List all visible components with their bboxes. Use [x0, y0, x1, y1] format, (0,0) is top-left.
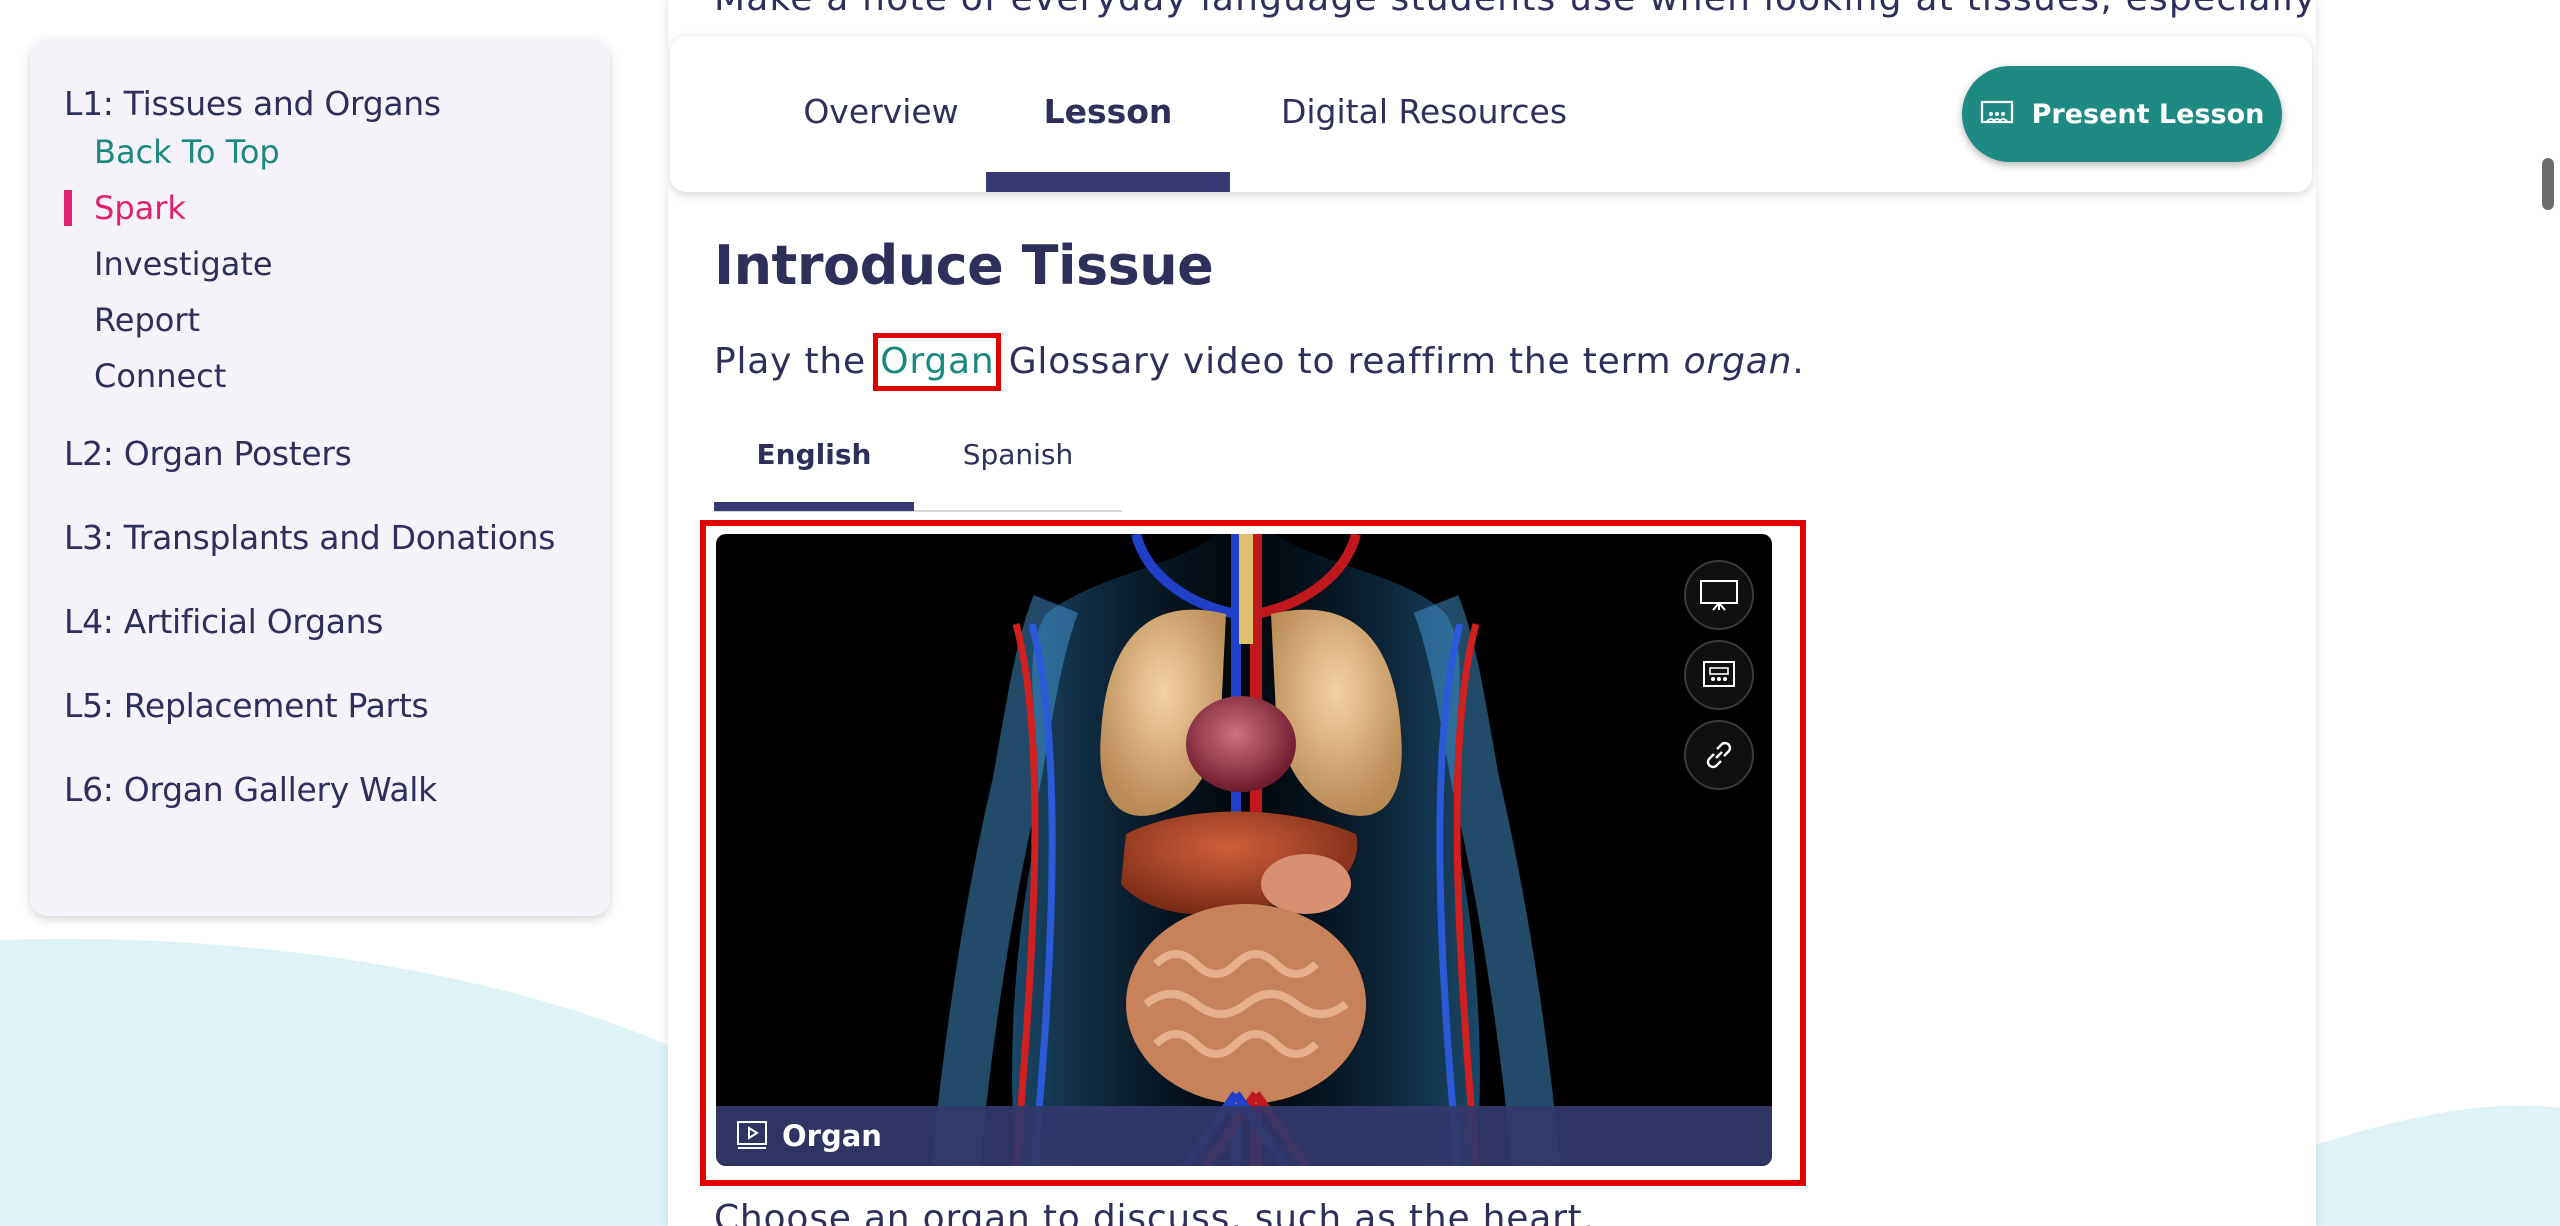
tab-spanish[interactable]: Spanish [914, 420, 1122, 510]
lesson-tab-bar: Overview Lesson Digital Resources Presen… [670, 36, 2312, 192]
classroom-display-icon [1703, 661, 1735, 687]
present-lesson-label: Present Lesson [2031, 98, 2265, 130]
video-caption-bar: Organ [716, 1106, 1772, 1166]
sidebar-item-back-to-top[interactable]: Back To Top [94, 132, 610, 172]
sidebar-lesson-5[interactable]: L5: Replacement Parts [64, 686, 610, 726]
intro-text-end: . [1792, 341, 1805, 382]
sidebar-lesson-4[interactable]: L4: Artificial Organs [64, 602, 610, 642]
next-paragraph: Choose an organ to discuss, such as the … [714, 1198, 1595, 1226]
lesson-sidebar: L1: Tissues and Organs Back To Top Spark… [30, 40, 610, 916]
copy-link-button[interactable] [1684, 720, 1754, 790]
presentation-icon [1980, 100, 2013, 124]
present-video-button[interactable] [1684, 560, 1754, 630]
intro-text-start: Play the [714, 341, 879, 382]
tab-lesson[interactable]: Lesson [986, 36, 1230, 192]
active-language-indicator [714, 502, 914, 511]
sidebar-item-spark[interactable]: Spark [64, 188, 610, 228]
video-title: Organ [782, 1119, 882, 1153]
sidebar-item-report[interactable]: Report [94, 300, 610, 340]
sidebar-item-investigate[interactable]: Investigate [94, 244, 610, 284]
intro-paragraph: Play the Organ Glossary video to reaffir… [714, 333, 1805, 391]
page-scrollbar[interactable] [2542, 158, 2554, 210]
section-title: Introduce Tissue [714, 234, 1214, 297]
sidebar-lesson-3[interactable]: L3: Transplants and Donations [64, 518, 610, 558]
organ-glossary-link[interactable]: Organ [873, 333, 1002, 391]
lesson-content: Make a note of everyday language student… [668, 0, 2316, 1226]
sidebar-lesson-2[interactable]: L2: Organ Posters [64, 434, 610, 474]
active-tab-indicator [986, 172, 1230, 192]
tab-overview[interactable]: Overview [766, 36, 996, 192]
sidebar-lesson-6[interactable]: L6: Organ Gallery Walk [64, 770, 610, 810]
link-icon [1706, 741, 1732, 769]
sidebar-lesson-1[interactable]: L1: Tissues and Organs [64, 84, 610, 124]
present-icon [1700, 580, 1738, 611]
intro-term: organ [1683, 341, 1793, 382]
organ-video-player[interactable]: Organ [716, 534, 1772, 1166]
tab-english[interactable]: English [714, 420, 914, 510]
tab-digital-resources[interactable]: Digital Resources [1274, 36, 1574, 192]
video-play-icon [737, 1121, 767, 1149]
classroom-display-button[interactable] [1684, 640, 1754, 710]
language-tabs: English Spanish [714, 420, 1122, 512]
sidebar-item-connect[interactable]: Connect [94, 356, 610, 396]
previous-paragraph: Make a note of everyday language student… [714, 0, 2316, 19]
human-organs-illustration [932, 534, 1560, 1166]
intro-text-middle: Glossary video to reaffirm the term [996, 341, 1684, 382]
present-lesson-button[interactable]: Present Lesson [1962, 66, 2282, 162]
